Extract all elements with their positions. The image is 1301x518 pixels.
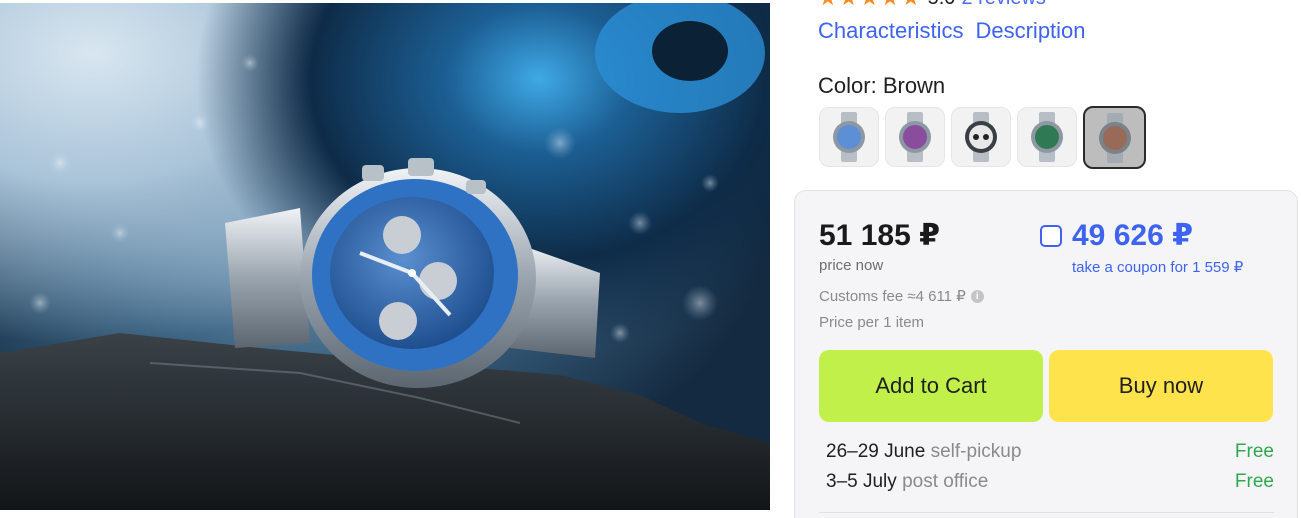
color-label-prefix: Color: — [818, 73, 877, 98]
delivery-method: self-pickup — [930, 441, 1022, 462]
delivery-option: 3–5 July post office Free — [826, 471, 1274, 493]
green-watch-swatch[interactable] — [1017, 107, 1077, 167]
rating-stars-icon: ★★★★★ — [818, 0, 922, 11]
delivery-cost: Free — [1234, 471, 1274, 492]
blue-watch-swatch[interactable] — [819, 107, 879, 167]
coupon-checkbox[interactable] — [1040, 225, 1062, 247]
watch-thumbnail-icon — [833, 112, 865, 162]
color-swatches — [819, 106, 1146, 169]
purple-watch-swatch[interactable] — [885, 107, 945, 167]
tab-description[interactable]: Description — [975, 18, 1085, 44]
tab-characteristics[interactable]: Characteristics — [818, 18, 963, 44]
divider — [819, 512, 1274, 513]
color-label: Color: Brown — [818, 73, 945, 99]
delivery-date: 3–5 July — [826, 471, 897, 492]
product-image[interactable] — [0, 3, 770, 510]
delivery-method: post office — [902, 471, 989, 492]
delivery-cost: Free — [1234, 441, 1274, 462]
price-now-label: price now — [819, 257, 884, 274]
rating-value: 5.0 — [928, 0, 956, 10]
price-now: 51 185 ₽ — [819, 219, 940, 252]
coupon-price: 49 626 ₽ — [1072, 219, 1193, 252]
delivery-option: 26–29 June self-pickup Free — [826, 441, 1274, 463]
price-per-item: Price per 1 item — [819, 314, 925, 331]
reviews-link[interactable]: 2 reviews — [961, 0, 1045, 10]
customs-fee-text: Customs fee ≈4 611 ₽ — [819, 288, 966, 305]
add-to-cart-button[interactable]: Add to Cart — [819, 350, 1043, 422]
watch-thumbnail-icon — [1098, 112, 1131, 163]
buy-now-button[interactable]: Buy now — [1049, 350, 1273, 422]
watch-thumbnail-icon — [899, 112, 931, 162]
white-watch-swatch[interactable] — [951, 107, 1011, 167]
watch-thumbnail-icon — [965, 112, 997, 162]
product-tabs: Characteristics Description — [818, 18, 1086, 44]
customs-fee: Customs fee ≈4 611 ₽ i — [819, 287, 984, 305]
take-coupon-link[interactable]: take a coupon for 1 559 ₽ — [1072, 258, 1243, 276]
color-selected-value: Brown — [882, 73, 946, 98]
rating-row: ★★★★★ 5.0 2 reviews — [818, 0, 1046, 11]
brown-watch-swatch[interactable] — [1083, 106, 1146, 169]
watch-thumbnail-icon — [1031, 112, 1063, 162]
info-icon[interactable]: i — [970, 289, 984, 303]
watch-photo-illustration — [0, 3, 770, 510]
delivery-date: 26–29 June — [826, 441, 926, 462]
